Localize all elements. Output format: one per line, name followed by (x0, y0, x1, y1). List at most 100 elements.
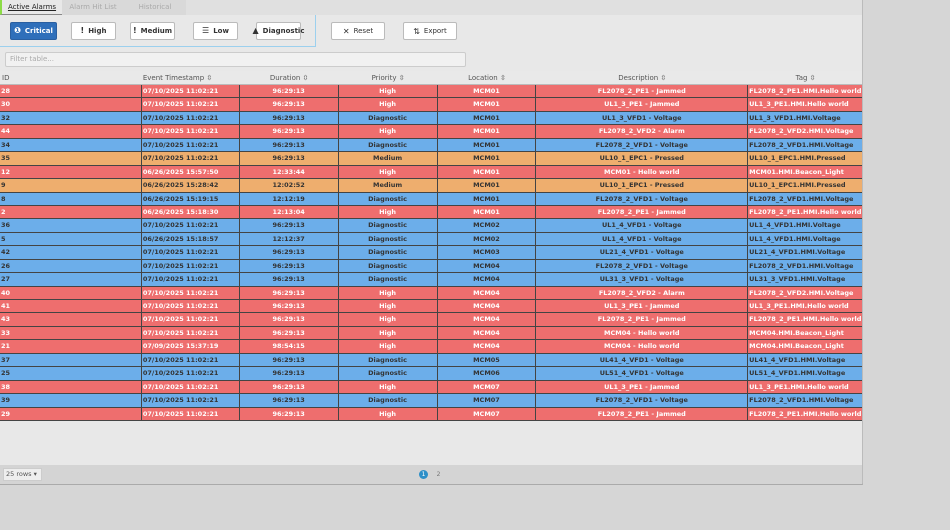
low-filter-button[interactable]: ☰ Low (193, 21, 238, 40)
column-timestamp[interactable]: Event Timestamp ⇳ (142, 71, 240, 84)
cell-description: FL2078_2_VFD2 - Alarm (536, 286, 749, 299)
cell-id: 40 (0, 286, 142, 299)
table-row[interactable]: 44 07/10/2025 11:02:21 96:29:13 High MCM01 FL… (0, 125, 862, 139)
table-row[interactable]: 33 07/10/2025 11:02:21 96:29:13 High MCM04 MC… (0, 326, 862, 341)
cell-tag: MCM04.HMI.Beacon_Light (749, 342, 844, 351)
cell-id: 37 (0, 353, 142, 367)
table-row[interactable]: 35 07/10/2025 11:02:21 96:29:13 Medium MCM01… (0, 152, 862, 166)
cell-tag: FL2078_2_VFD1.HMI.Voltage (749, 396, 854, 405)
table-row[interactable]: 37 07/10/2025 11:02:21 96:29:13 Diagnostic M… (0, 353, 862, 368)
cell-duration: 96:29:13 (240, 394, 339, 407)
cell-description: UL31_3_VFD1 - Voltage (536, 273, 749, 286)
high-filter-button[interactable]: ! High (71, 21, 116, 40)
table-row[interactable]: 34 07/10/2025 11:02:21 96:29:13 Diagnostic M… (0, 138, 862, 153)
reset-button[interactable]: ✕ Reset (331, 22, 385, 40)
cell-tag: UL10_1_EPC1.HMI.Pressed (749, 181, 846, 190)
cell-location: MCM04 (438, 273, 537, 286)
page-1-button[interactable]: 1 (419, 470, 428, 479)
table-row[interactable]: 30 07/10/2025 11:02:21 96:29:13 High MCM01 UL… (0, 98, 862, 112)
cell-tag: MCM04.HMI.Beacon_Light (749, 328, 844, 337)
alarm-panel: Active Alarms Alarm Hit List Historical … (0, 0, 863, 485)
cell-location: MCM04 (438, 326, 537, 340)
cell-id: 12 (0, 165, 142, 179)
cell-location: MCM04 (438, 286, 537, 299)
column-duration[interactable]: Duration ⇳ (240, 71, 339, 84)
table-row[interactable]: 38 07/10/2025 11:02:21 96:29:13 High MCM07 UL… (0, 380, 862, 395)
table-row[interactable]: 12 06/26/2025 15:57:50 12:33:44 High MCM01 MC… (0, 165, 862, 180)
high-label: High (88, 26, 107, 35)
cell-location: MCM02 (438, 219, 537, 232)
reset-label: Reset (353, 27, 374, 35)
table-row[interactable]: 32 07/10/2025 11:02:21 96:29:13 Diagnostic M… (0, 111, 862, 126)
cell-location: MCM06 (438, 367, 537, 380)
tab-historical[interactable]: Historical (124, 0, 186, 15)
tab-alarm-hit-list[interactable]: Alarm Hit List (62, 0, 124, 15)
cell-timestamp: 07/10/2025 11:02:21 (142, 367, 240, 380)
cell-priority: Diagnostic (339, 232, 438, 246)
cell-duration: 98:54:15 (240, 340, 339, 353)
column-id[interactable]: ID (0, 71, 142, 84)
table-row[interactable]: 41 07/10/2025 11:02:21 96:29:13 High MCM04 UL… (0, 300, 862, 314)
medium-filter-button[interactable]: ! Medium (130, 21, 175, 40)
cell-location: MCM01 (438, 85, 537, 98)
cell-tag: FL2078_2_VFD2.HMI.Voltage (749, 127, 854, 136)
export-button[interactable]: ⇅ Export (403, 22, 457, 40)
table-row[interactable]: 25 07/10/2025 11:02:21 96:29:13 Diagnostic M… (0, 367, 862, 381)
cell-id: 34 (0, 138, 142, 152)
cell-timestamp: 07/10/2025 11:02:21 (142, 300, 240, 313)
cell-timestamp: 07/10/2025 11:02:21 (142, 125, 240, 138)
cell-priority: Diagnostic (339, 111, 438, 125)
table-row[interactable]: 27 07/10/2025 11:02:21 96:29:13 Diagnostic M… (0, 273, 862, 287)
rows-per-page-select[interactable]: 25 rows ▾ (3, 468, 42, 481)
cell-location: MCM07 (438, 394, 537, 407)
cell-location: MCM07 (438, 407, 537, 420)
cell-id: 38 (0, 380, 142, 394)
table-row[interactable]: 43 07/10/2025 11:02:21 96:29:13 High MCM04 FL… (0, 313, 862, 327)
cell-description: FL2078_2_PE1 - Jammed (536, 313, 749, 326)
cell-id: 25 (0, 367, 142, 380)
cell-description: UL1_3_PE1 - Jammed (536, 98, 749, 111)
cell-duration: 96:29:13 (240, 286, 339, 299)
cell-id: 32 (0, 111, 142, 125)
table-row[interactable]: 42 07/10/2025 11:02:21 96:29:13 Diagnostic M… (0, 246, 862, 260)
cell-duration: 12:33:44 (240, 165, 339, 179)
table-row[interactable]: 21 07/09/2025 15:37:19 98:54:15 High MCM04 MC… (0, 340, 862, 354)
cell-timestamp: 07/10/2025 11:02:21 (142, 380, 240, 394)
table-row[interactable]: 8 06/26/2025 15:19:15 12:12:19 Diagnostic MC… (0, 192, 862, 206)
cell-description: FL2078_2_VFD1 - Voltage (536, 259, 749, 273)
cell-description: UL1_4_VFD1 - Voltage (536, 219, 749, 232)
table-row[interactable]: 36 07/10/2025 11:02:21 96:29:13 Diagnostic M… (0, 219, 862, 233)
cell-priority: High (339, 300, 438, 313)
table-row[interactable]: 39 07/10/2025 11:02:21 96:29:13 Diagnostic M… (0, 394, 862, 408)
cell-priority: Diagnostic (339, 273, 438, 286)
cell-duration: 96:29:13 (240, 219, 339, 232)
filter-input[interactable]: Filter table... (5, 52, 466, 67)
cell-duration: 96:29:13 (240, 152, 339, 165)
column-description[interactable]: Description ⇳ (536, 71, 748, 84)
table-row[interactable]: 40 07/10/2025 11:02:21 96:29:13 High MCM04 FL… (0, 286, 862, 300)
column-location[interactable]: Location ⇳ (438, 71, 537, 84)
cell-priority: High (339, 85, 438, 98)
cell-priority: Diagnostic (339, 138, 438, 152)
table-row[interactable]: 29 07/10/2025 11:02:21 96:29:13 High MCM07 FL… (0, 407, 862, 421)
cell-priority: Diagnostic (339, 353, 438, 367)
table-row[interactable]: 26 07/10/2025 11:02:21 96:29:13 Diagnostic M… (0, 259, 862, 274)
cell-id: 27 (0, 273, 142, 286)
table-row[interactable]: 2 06/26/2025 15:18:30 12:13:04 High MCM01 FL2… (0, 205, 862, 220)
page-2-button[interactable]: 2 (434, 470, 443, 479)
diagnostic-filter-button[interactable]: ▲ Diagnostic (253, 21, 304, 40)
cell-description: UL10_1_EPC1 - Pressed (536, 152, 749, 165)
column-priority[interactable]: Priority ⇳ (339, 71, 438, 84)
exclamation-icon: ! (132, 26, 137, 35)
table-row[interactable]: 5 06/26/2025 15:18:57 12:12:37 Diagnostic MC… (0, 232, 862, 247)
table-row[interactable]: 28 07/10/2025 11:02:21 96:29:13 High MCM01 FL… (0, 85, 862, 99)
table-row[interactable]: 9 06/26/2025 15:28:42 12:02:52 Medium MCM01 U… (0, 179, 862, 193)
tab-active-alarms[interactable]: Active Alarms (0, 0, 62, 15)
cell-priority: Medium (339, 179, 438, 192)
column-tag[interactable]: Tag ⇳ (748, 71, 862, 84)
cell-tag: MCM01.HMI.Beacon_Light (749, 167, 844, 176)
cell-timestamp: 07/10/2025 11:02:21 (142, 111, 240, 125)
critical-filter-button[interactable]: ❶ Critical (10, 21, 57, 40)
medium-label: Medium (140, 26, 173, 35)
cell-location: MCM01 (438, 125, 537, 138)
